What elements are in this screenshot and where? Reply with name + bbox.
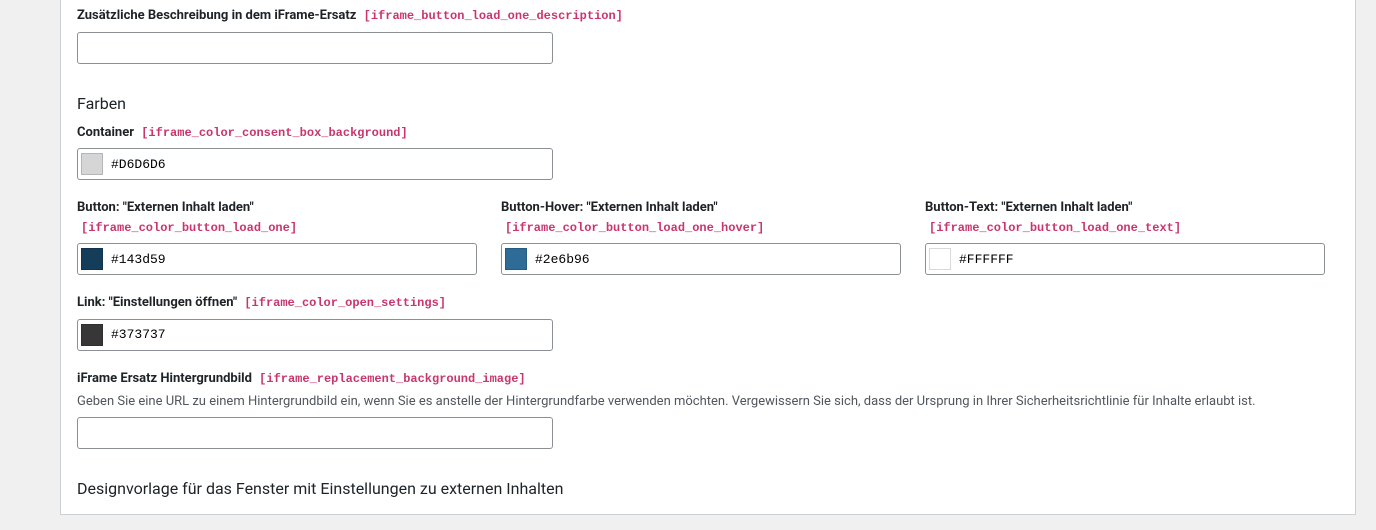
color-wrap-container: [77, 148, 553, 180]
input-button-text-color[interactable]: [959, 252, 1316, 267]
color-wrap-button: [77, 243, 477, 275]
input-container-color[interactable]: [111, 157, 544, 172]
row-button-colors: Button: "Externen Inhalt laden" [iframe_…: [77, 198, 1339, 275]
field-button-color: Button: "Externen Inhalt laden" [iframe_…: [77, 198, 477, 275]
label-button-text-color: Button-Text: "Externen Inhalt laden": [925, 200, 1132, 215]
color-wrap-link: [77, 319, 553, 351]
swatch-button-hover[interactable]: [505, 248, 527, 270]
field-label-row: Link: "Einstellungen öffnen" [iframe_col…: [77, 293, 1339, 313]
field-label-row: Zusätzliche Beschreibung in dem iFrame-E…: [77, 6, 1339, 26]
label-iframe-description: Zusätzliche Beschreibung in dem iFrame-E…: [77, 8, 356, 23]
field-link-color: Link: "Einstellungen öffnen" [iframe_col…: [77, 293, 1339, 351]
input-link-color[interactable]: [111, 327, 544, 342]
key-button-color: [iframe_color_button_load_one]: [81, 221, 297, 235]
field-label-row: Button-Hover: "Externen Inhalt laden" [i…: [501, 198, 901, 237]
section-design-template-title: Designvorlage für das Fenster mit Einste…: [77, 479, 1339, 498]
field-button-hover-color: Button-Hover: "Externen Inhalt laden" [i…: [501, 198, 901, 275]
help-bg-image: Geben Sie eine URL zu einem Hintergrundb…: [77, 394, 1339, 409]
section-colors: Farben Container [iframe_color_consent_b…: [60, 82, 1356, 469]
field-button-text-color: Button-Text: "Externen Inhalt laden" [if…: [925, 198, 1325, 275]
label-link-color: Link: "Einstellungen öffnen": [77, 295, 237, 310]
swatch-button[interactable]: [81, 248, 103, 270]
input-button-color[interactable]: [111, 252, 468, 267]
field-iframe-description: Zusätzliche Beschreibung in dem iFrame-E…: [77, 0, 1339, 64]
key-button-text-color: [iframe_color_button_load_one_text]: [929, 221, 1181, 235]
input-bg-image[interactable]: [77, 417, 553, 449]
label-container-color: Container: [77, 125, 134, 140]
field-label-row: Button: "Externen Inhalt laden" [iframe_…: [77, 198, 477, 237]
field-container-color: Container [iframe_color_consent_box_back…: [77, 123, 1339, 181]
key-container-color: [iframe_color_consent_box_background]: [141, 126, 407, 140]
swatch-container[interactable]: [81, 153, 103, 175]
label-button-hover-color: Button-Hover: "Externen Inhalt laden": [501, 200, 718, 215]
field-label-row: iFrame Ersatz Hintergrundbild [iframe_re…: [77, 369, 1339, 389]
section-colors-title: Farben: [77, 94, 1339, 113]
field-bg-image: iFrame Ersatz Hintergrundbild [iframe_re…: [77, 369, 1339, 450]
section-iframe-description: Zusätzliche Beschreibung in dem iFrame-E…: [60, 0, 1356, 83]
label-button-color: Button: "Externen Inhalt laden": [77, 200, 254, 215]
key-iframe-description: [iframe_button_load_one_description]: [364, 9, 623, 23]
label-bg-image: iFrame Ersatz Hintergrundbild: [77, 371, 252, 386]
section-design-template: Designvorlage für das Fenster mit Einste…: [60, 467, 1356, 515]
key-link-color: [iframe_color_open_settings]: [244, 296, 446, 310]
key-button-hover-color: [iframe_color_button_load_one_hover]: [505, 221, 764, 235]
color-wrap-button-hover: [501, 243, 901, 275]
swatch-link[interactable]: [81, 324, 103, 346]
field-label-row: Container [iframe_color_consent_box_back…: [77, 123, 1339, 143]
color-wrap-button-text: [925, 243, 1325, 275]
input-button-hover-color[interactable]: [535, 252, 892, 267]
field-label-row: Button-Text: "Externen Inhalt laden" [if…: [925, 198, 1325, 237]
input-iframe-description[interactable]: [77, 32, 553, 64]
key-bg-image: [iframe_replacement_background_image]: [259, 372, 525, 386]
swatch-button-text[interactable]: [929, 248, 951, 270]
